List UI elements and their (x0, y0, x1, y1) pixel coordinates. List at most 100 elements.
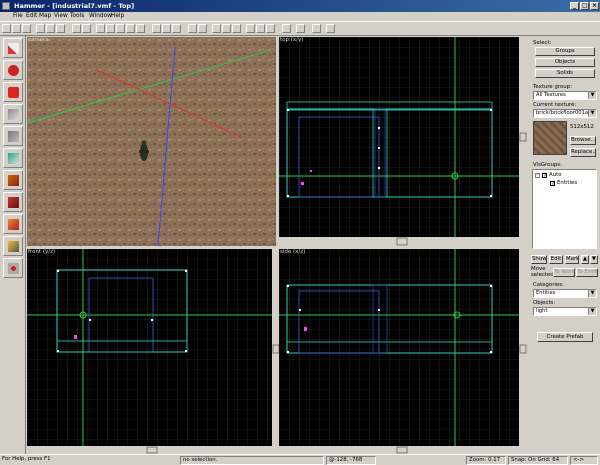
hide-selected-icon[interactable] (188, 24, 197, 33)
top-viewport[interactable]: top (x/y) (279, 37, 527, 246)
view-wireframe-icon[interactable] (136, 24, 145, 33)
apply-texture-button[interactable] (3, 170, 23, 190)
entity-report-icon[interactable] (296, 24, 305, 33)
chevron-down-icon: ▼ (588, 308, 596, 315)
run-map-icon[interactable] (312, 24, 321, 33)
side-viewport[interactable]: side (x/z) (279, 249, 527, 454)
copy-icon[interactable] (162, 24, 171, 33)
front-viewport[interactable]: front (y/z) (27, 249, 280, 454)
camera-scene (27, 37, 276, 246)
chevron-down-icon: ▼ (588, 92, 596, 99)
window-title: Hammer - [industrial7.vmf - Top] (14, 2, 135, 10)
objects-select[interactable]: light ▼ (533, 307, 597, 316)
hammer-app-icon (2, 2, 10, 10)
camera-tool-button[interactable] (3, 82, 23, 102)
select-solids-button[interactable]: Solids (535, 69, 595, 78)
camera-3d-icon[interactable] (96, 24, 105, 33)
camera-viewport[interactable]: camera (27, 37, 276, 246)
group-icon[interactable] (222, 24, 231, 33)
visgroup-edit-button[interactable]: Edit (549, 255, 563, 264)
menu-help[interactable]: Help (111, 13, 124, 20)
texture-application-button[interactable] (3, 148, 23, 168)
menu-map[interactable]: Map (39, 13, 51, 20)
carve-icon[interactable] (212, 24, 221, 33)
menu-view[interactable]: View (54, 13, 68, 20)
visgroups-label: VisGroups: (533, 162, 562, 168)
texture-size: 512x512 (570, 124, 594, 130)
menu-tools[interactable]: Tools (70, 13, 84, 20)
move-up-icon[interactable]: ▲ (581, 255, 589, 264)
entity-tool-button[interactable] (3, 104, 23, 124)
menu-edit[interactable]: Edit (26, 13, 37, 20)
status-coordinates: @-128, -768 (326, 456, 376, 465)
grid-toggle-icon[interactable] (36, 24, 45, 33)
menu-file[interactable]: File (13, 13, 23, 20)
view-textured-icon[interactable] (116, 24, 125, 33)
visgroup-show-button[interactable]: Show (531, 255, 547, 264)
visgroup-entities-checkbox[interactable]: ✓ (550, 181, 555, 187)
move-to-world-icon[interactable] (266, 24, 275, 33)
save-file-icon[interactable] (22, 24, 31, 33)
to-entity-button[interactable]: To Entity (576, 268, 598, 277)
minimize-button[interactable]: _ (570, 2, 579, 10)
main-toolbar (0, 21, 600, 36)
texture-group-label: Texture group: (533, 84, 572, 90)
visgroups-tree[interactable]: - ✓ Auto ✓ Entities (532, 169, 597, 249)
camera-icon (8, 87, 19, 98)
side-view-grid (279, 249, 527, 454)
collapse-icon[interactable]: - (535, 173, 540, 178)
texture-lock-icon[interactable] (246, 24, 255, 33)
visgroup-mark-button[interactable]: Mark (565, 255, 579, 264)
select-label: Select: (533, 40, 552, 46)
view-flat-icon[interactable] (126, 24, 135, 33)
view-2d-icon[interactable] (106, 24, 115, 33)
close-button[interactable]: × (590, 2, 599, 10)
check-problems-icon[interactable] (282, 24, 291, 33)
decal-tool-button[interactable] (3, 192, 23, 212)
move-down-icon[interactable]: ▼ (590, 255, 598, 264)
grid-smaller-icon[interactable] (56, 24, 65, 33)
visgroup-auto-checkbox[interactable]: ✓ (542, 173, 547, 179)
ungroup-icon[interactable] (232, 24, 241, 33)
grid-larger-icon[interactable] (46, 24, 55, 33)
compile-icon[interactable] (326, 24, 335, 33)
new-file-icon[interactable] (2, 24, 11, 33)
paste-icon[interactable] (172, 24, 181, 33)
status-extra: <-> (570, 456, 598, 465)
current-texture-label: Current texture: (533, 102, 577, 108)
maximize-button[interactable]: □ (580, 2, 589, 10)
menu-window[interactable]: Window (89, 13, 112, 20)
categories-select[interactable]: Entities ▼ (533, 289, 597, 298)
create-prefab-button[interactable]: Create Prefab (537, 332, 593, 342)
block-tool-button[interactable] (3, 126, 23, 146)
magnify-tool-button[interactable] (3, 60, 23, 80)
open-file-icon[interactable] (12, 24, 21, 33)
clipping-tool-button[interactable] (3, 236, 23, 256)
select-groups-button[interactable]: Groups (535, 47, 595, 56)
tie-to-entity-icon[interactable] (256, 24, 265, 33)
front-view-grid (27, 249, 280, 454)
overlay-tool-button[interactable] (3, 214, 23, 234)
select-objects-button[interactable]: Objects (535, 58, 595, 67)
browse-button[interactable]: Browse... (570, 136, 596, 145)
texture-icon (8, 153, 19, 164)
top-view-grid (279, 37, 527, 246)
selection-tool-button[interactable] (3, 38, 23, 58)
texture-group-select[interactable]: All Textures ▼ (533, 91, 597, 100)
vertex-tool-button[interactable] (3, 258, 23, 278)
cut-icon[interactable] (152, 24, 161, 33)
viewport-label: camera (28, 37, 49, 43)
apply-texture-icon (8, 175, 19, 186)
viewport-label: side (x/z) (280, 249, 306, 255)
show-all-icon[interactable] (198, 24, 207, 33)
undo-icon[interactable] (72, 24, 81, 33)
vertex-icon (8, 263, 19, 274)
redo-icon[interactable] (82, 24, 91, 33)
menu-bar: File Edit Map View Tools Window Help (0, 12, 600, 21)
current-texture-select[interactable]: brick/brickfloor001a ▼ (533, 109, 597, 118)
replace-button[interactable]: Replace... (570, 148, 596, 157)
decal-icon (8, 197, 19, 208)
to-world-button[interactable]: To World (553, 268, 575, 277)
status-help: For Help, press F1 (2, 456, 51, 462)
visgroup-auto-label: Auto (549, 172, 562, 178)
